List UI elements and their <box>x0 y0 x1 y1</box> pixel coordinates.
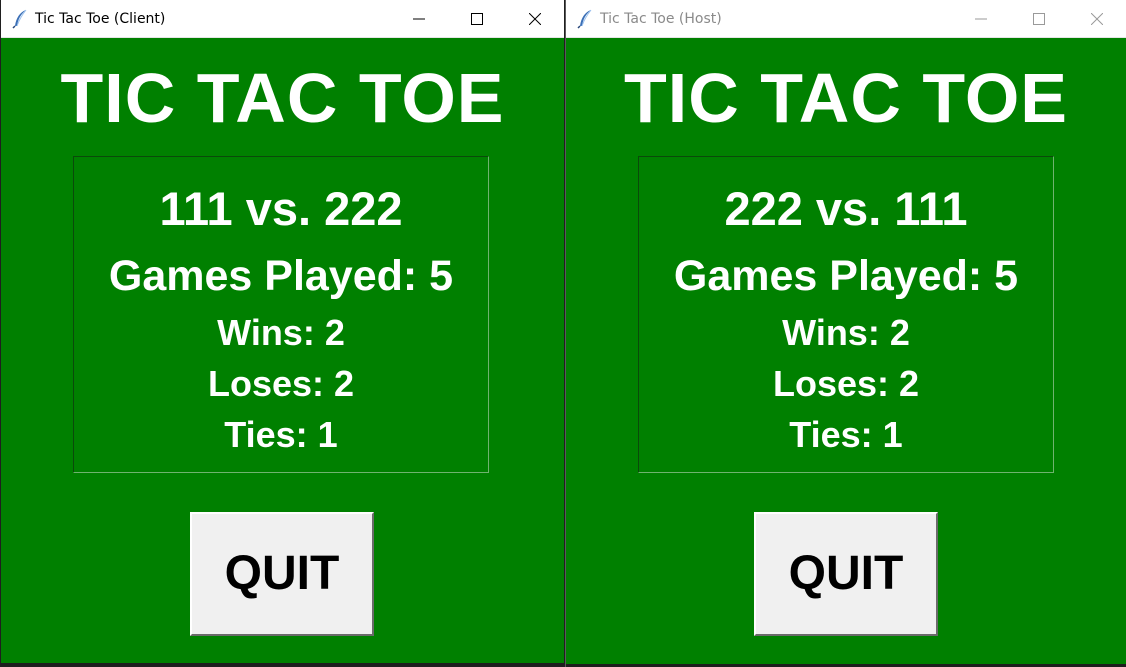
matchup-label: 222 vs. 111 <box>724 182 968 235</box>
host-quit-button[interactable]: QUIT <box>754 512 938 636</box>
loses-label: Loses: 2 <box>207 363 355 404</box>
close-icon <box>1091 13 1103 25</box>
ties-label: Ties: 1 <box>224 414 338 455</box>
host-stats-panel: 222 vs. 111 Games Played: 5 Wins: 2 Lose… <box>638 156 1054 473</box>
close-icon <box>529 13 541 25</box>
matchup-label: 111 vs. 222 <box>159 182 403 235</box>
game-title: TIC TAC TOE <box>624 59 1068 137</box>
client-bottom-edge <box>1 663 564 666</box>
loses-label: Loses: 2 <box>772 363 920 404</box>
client-close-button[interactable] <box>506 0 564 38</box>
client-window: Tic Tac Toe (Client) TIC TAC TOE 111 vs.… <box>0 0 565 667</box>
game-title: TIC TAC TOE <box>60 59 505 137</box>
maximize-icon <box>471 13 483 25</box>
client-content: TIC TAC TOE 111 vs. 222 Games Played: 5 … <box>1 38 564 666</box>
host-close-button[interactable] <box>1068 0 1126 38</box>
host-maximize-button[interactable] <box>1010 0 1068 38</box>
minimize-icon <box>975 18 987 20</box>
host-title-bar[interactable]: Tic Tac Toe (Host) <box>566 0 1126 38</box>
maximize-icon <box>1033 13 1045 25</box>
host-window: Tic Tac Toe (Host) TIC TAC TOE 222 vs. 1… <box>565 0 1126 667</box>
wins-label: Wins: 2 <box>217 312 345 353</box>
client-stats-panel: 111 vs. 222 Games Played: 5 Wins: 2 Lose… <box>73 156 489 473</box>
client-quit-button[interactable]: QUIT <box>190 512 374 636</box>
host-minimize-button[interactable] <box>952 0 1010 38</box>
ties-label: Ties: 1 <box>789 414 903 455</box>
client-minimize-button[interactable] <box>390 0 448 38</box>
feather-icon <box>576 9 594 29</box>
feather-icon <box>11 9 29 29</box>
games-played-label: Games Played: 5 <box>673 252 1019 300</box>
minimize-icon <box>413 18 425 20</box>
client-window-title: Tic Tac Toe (Client) <box>35 11 166 27</box>
host-content: TIC TAC TOE 222 vs. 111 Games Played: 5 … <box>566 38 1126 667</box>
client-title-bar[interactable]: Tic Tac Toe (Client) <box>1 0 564 38</box>
wins-label: Wins: 2 <box>782 312 910 353</box>
client-maximize-button[interactable] <box>448 0 506 38</box>
host-window-title: Tic Tac Toe (Host) <box>600 11 722 27</box>
games-played-label: Games Played: 5 <box>108 252 454 300</box>
